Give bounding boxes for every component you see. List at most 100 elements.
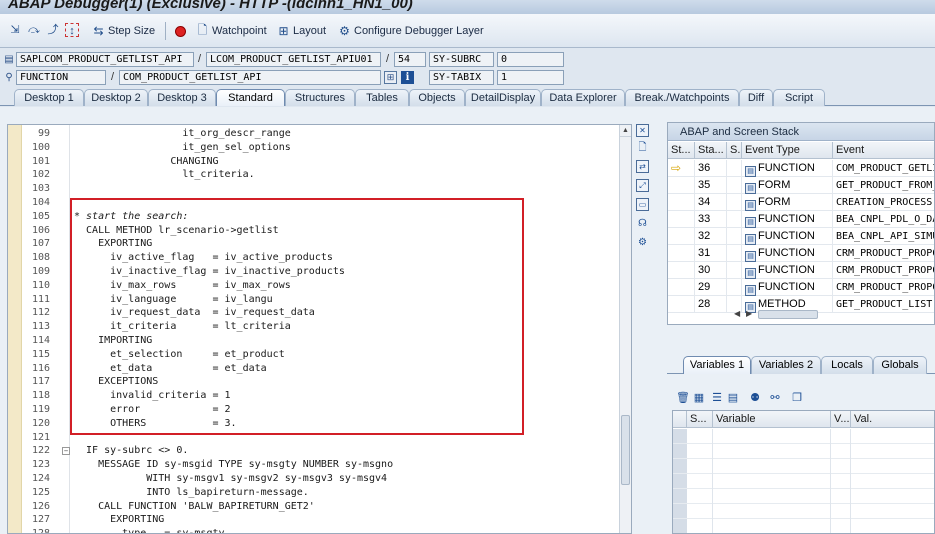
- settings-icon[interactable]: ⚙: [636, 236, 649, 249]
- scroll-right-icon[interactable]: ▶: [746, 309, 752, 318]
- tab-desktop-3[interactable]: Desktop 3: [148, 89, 216, 106]
- scrollbar-thumb[interactable]: [758, 310, 818, 319]
- variable-cell[interactable]: [831, 504, 851, 519]
- step-over-icon[interactable]: ⤼: [27, 23, 41, 37]
- variable-row[interactable]: [673, 519, 934, 533]
- tab-standard[interactable]: Standard: [216, 89, 285, 106]
- info-icon[interactable]: i: [401, 71, 414, 84]
- code-line[interactable]: 106 CALL METHOD lr_scenario->getlist: [8, 224, 631, 238]
- variable-cell[interactable]: [713, 489, 831, 504]
- tab-data-explorer[interactable]: Data Explorer: [541, 89, 625, 106]
- col-header-variable[interactable]: Variable: [713, 411, 831, 428]
- code-line[interactable]: 128 type = sy-msgty: [8, 527, 631, 533]
- code-line[interactable]: 119 error = 2: [8, 403, 631, 417]
- tab-detail-display[interactable]: DetailDisplay: [465, 89, 541, 106]
- variable-row[interactable]: [673, 504, 934, 519]
- code-line[interactable]: 101 CHANGING: [8, 155, 631, 169]
- variable-cell[interactable]: [831, 474, 851, 489]
- code-line[interactable]: 122 − IF sy-subrc <> 0.: [8, 444, 631, 458]
- code-line[interactable]: 116 et_data = et_data: [8, 362, 631, 376]
- headset-icon[interactable]: ☊: [636, 217, 649, 230]
- variable-cell[interactable]: [831, 444, 851, 459]
- scroll-left-icon[interactable]: ◀: [734, 309, 740, 318]
- include-field[interactable]: LCOM_PRODUCT_GETLIST_APIU01: [206, 52, 381, 67]
- variable-cell[interactable]: [713, 444, 831, 459]
- tab-tables[interactable]: Tables: [355, 89, 409, 106]
- code-line[interactable]: 103: [8, 182, 631, 196]
- copy-icon[interactable]: ❐: [790, 391, 804, 405]
- code-line[interactable]: 112 iv_request_data = iv_request_data: [8, 306, 631, 320]
- variable-cell[interactable]: [687, 444, 713, 459]
- variable-cell[interactable]: [851, 459, 934, 474]
- code-line[interactable]: 114 IMPORTING: [8, 334, 631, 348]
- code-line[interactable]: 100 it_gen_sel_options: [8, 141, 631, 155]
- stack-row[interactable]: 29▤FUNCTIONCRM_PRODUCT_PROPOSAL: [668, 279, 934, 296]
- variable-cell[interactable]: [851, 429, 934, 444]
- tab-variables-2[interactable]: Variables 2: [751, 356, 821, 374]
- code-line[interactable]: 102 lt_criteria.: [8, 168, 631, 182]
- export-icon[interactable]: ▤: [726, 391, 740, 405]
- stack-row[interactable]: 30▤FUNCTIONCRM_PRODUCT_PROPOSAL: [668, 262, 934, 279]
- program-field[interactable]: SAPLCOM_PRODUCT_GETLIST_API: [16, 52, 194, 67]
- variable-cell[interactable]: [831, 489, 851, 504]
- variable-cell[interactable]: [687, 429, 713, 444]
- scroll-up-icon[interactable]: ▲: [620, 125, 631, 137]
- variable-cell[interactable]: [687, 474, 713, 489]
- tab-objects[interactable]: Objects: [409, 89, 465, 106]
- stack-row[interactable]: 31▤FUNCTIONCRM_PRODUCT_PROPOSAL: [668, 245, 934, 262]
- sy-tabix-value[interactable]: 1: [497, 70, 564, 85]
- variable-cell[interactable]: [713, 459, 831, 474]
- variable-cell[interactable]: [687, 519, 713, 533]
- fold-toggle-icon[interactable]: −: [62, 447, 70, 456]
- stack-row[interactable]: 32▤FUNCTIONBEA_CNPL_API_SIMULATE: [668, 228, 934, 245]
- variable-cell[interactable]: [713, 504, 831, 519]
- col-header-select[interactable]: [673, 411, 687, 428]
- code-line[interactable]: 120 OTHERS = 3.: [8, 417, 631, 431]
- variable-cell[interactable]: [831, 429, 851, 444]
- step-into-icon[interactable]: ⇲: [8, 23, 22, 37]
- variable-cell[interactable]: [831, 519, 851, 533]
- code-line[interactable]: 117 EXCEPTIONS: [8, 375, 631, 389]
- col-header-stack-level[interactable]: Sta...: [695, 142, 727, 159]
- variable-cell[interactable]: [851, 444, 934, 459]
- table-icon[interactable]: ▦: [692, 391, 706, 405]
- close-icon[interactable]: ✕: [636, 124, 649, 137]
- code-line[interactable]: 115 et_selection = et_product: [8, 348, 631, 362]
- variable-row[interactable]: [673, 489, 934, 504]
- watchpoint-button[interactable]: 🗋 Watchpoint: [196, 23, 267, 39]
- sy-subrc-value[interactable]: 0: [497, 52, 564, 67]
- event-type-field[interactable]: FUNCTION: [16, 70, 106, 85]
- stack-row[interactable]: ⇨36▤FUNCTIONCOM_PRODUCT_GETLIST_API: [668, 160, 934, 177]
- col-header-event[interactable]: Event: [833, 142, 934, 159]
- stack-row[interactable]: 33▤FUNCTIONBEA_CNPL_PDL_O_DATA: [668, 211, 934, 228]
- list-icon[interactable]: ☰: [710, 391, 724, 405]
- col-header-s[interactable]: S...: [687, 411, 713, 428]
- code-line[interactable]: 105 * start the search:: [8, 210, 631, 224]
- stack-row[interactable]: 34 ▤ FORM CREATION_PROCESS: [668, 194, 934, 211]
- delete-icon[interactable]: 🗑: [676, 391, 690, 405]
- hierarchy-icon[interactable]: ⚉: [748, 391, 762, 405]
- col-header-value[interactable]: Val.: [851, 411, 934, 428]
- code-line[interactable]: 99 it_org_descr_range: [8, 127, 631, 141]
- code-line[interactable]: 109 iv_inactive_flag = iv_inactive_produ…: [8, 265, 631, 279]
- code-line[interactable]: 126 CALL FUNCTION 'BALW_BAPIRETURN_GET2': [8, 500, 631, 514]
- scrollbar-thumb[interactable]: [621, 415, 630, 485]
- code-line[interactable]: 113 it_criteria = lt_criteria: [8, 320, 631, 334]
- tab-desktop-2[interactable]: Desktop 2: [84, 89, 148, 106]
- minimize-icon[interactable]: ▭: [636, 198, 649, 211]
- tab-locals[interactable]: Locals: [821, 356, 873, 374]
- col-header-s[interactable]: S...: [727, 142, 742, 159]
- maximize-icon[interactable]: ⤢: [636, 179, 649, 192]
- variable-row[interactable]: [673, 429, 934, 444]
- variable-cell[interactable]: [713, 429, 831, 444]
- stack-horizontal-scrollbar[interactable]: ◀ ▶: [728, 309, 868, 320]
- layout-button[interactable]: ⊞ Layout: [277, 23, 326, 39]
- configure-debugger-layer-button[interactable]: ⚙ Configure Debugger Layer: [338, 23, 484, 39]
- variable-cell[interactable]: [713, 474, 831, 489]
- step-return-icon[interactable]: ⤴: [46, 23, 60, 37]
- tab-diff[interactable]: Diff: [739, 89, 773, 106]
- variable-cell[interactable]: [687, 489, 713, 504]
- variable-row[interactable]: [673, 459, 934, 474]
- code-line[interactable]: 107 EXPORTING: [8, 237, 631, 251]
- editor-scrollbar[interactable]: ▲: [619, 125, 631, 533]
